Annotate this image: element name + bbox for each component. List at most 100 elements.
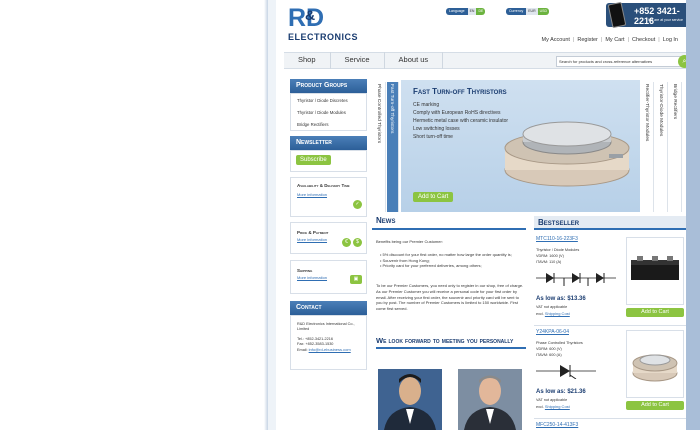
contact-email-link[interactable]: info@rd-ebusiness.com: [309, 347, 351, 352]
thyristor-symbol-icon: [536, 365, 596, 379]
phone-box: +852 3421-2216 We are at your service: [606, 1, 698, 29]
product-shipping: excl. Shipping Cost: [536, 404, 570, 409]
separator: |: [572, 37, 575, 43]
tab-label: Fast Turn-off Thyristors: [389, 84, 394, 134]
shipping-cost-link[interactable]: Shipping Cost: [545, 404, 570, 409]
phone-icon: [607, 1, 627, 29]
product-vat: VAT not applicable: [536, 305, 568, 309]
phone-subtitle: We are at your service: [648, 18, 683, 22]
separator: |: [658, 37, 660, 43]
currency-switch[interactable]: Currency EUR USD: [506, 6, 549, 16]
tab-label: Thyristor-Diode Modules: [658, 84, 663, 137]
product-name-link[interactable]: MTC110-16-223F3: [536, 236, 578, 242]
currency-usd[interactable]: USD: [537, 7, 549, 15]
availability-link[interactable]: More information: [297, 192, 360, 197]
box-icon: ▣: [350, 275, 362, 284]
clock-check-icon: ✓: [353, 200, 362, 209]
shipping-box: Shipping More information ▣: [290, 260, 367, 294]
nav-shop[interactable]: Shop: [284, 52, 331, 69]
product-shipping: excl. Shipping Cost: [536, 311, 570, 316]
product-voltage: VDRM: 1600 (V): [536, 254, 564, 258]
product-image[interactable]: [626, 237, 684, 305]
tab-fast-turn-off[interactable]: Fast Turn-off Thyristors: [387, 82, 399, 212]
sidebar-item-bridge[interactable]: Bridge Rectifiers: [291, 119, 366, 131]
availability-title: Availability & Delivery Time: [297, 183, 350, 188]
person-image: [378, 369, 442, 430]
nav-about-us[interactable]: About us: [385, 52, 444, 69]
news-header: News: [372, 216, 526, 230]
news-paragraph: To be our Premier Customers, you need on…: [376, 283, 524, 312]
page: RD & ELECTRONICS Language EN DE Currency…: [276, 0, 698, 430]
language-label: Language: [446, 7, 468, 15]
disc-image: [632, 354, 678, 382]
currency-eur[interactable]: EUR: [526, 7, 538, 15]
nav-service[interactable]: Service: [331, 52, 385, 69]
separator: |: [627, 37, 630, 43]
shipping-title: Shipping: [297, 268, 313, 273]
product-category: Thyristor / Diode Modules: [536, 248, 580, 252]
newsletter-box: Subscribe: [290, 150, 367, 172]
news-subtitle: We look forward to meeting you personall…: [376, 336, 526, 349]
availability-box: Availability & Delivery Time More inform…: [290, 177, 367, 217]
shipping-cost-link[interactable]: Shipping Cost: [545, 311, 570, 316]
tab-label: Bridge Rectifiers: [672, 84, 677, 120]
module-image: [631, 256, 679, 280]
product-name-link[interactable]: MFC250-14-413F3: [536, 422, 578, 428]
product-card: MFC250-14-413F3: [534, 420, 686, 430]
tab-rectifier-thyristor[interactable]: Rectifier-Thyristor Modules: [642, 82, 654, 212]
dollar-icon: $: [353, 238, 362, 247]
news-intro: Benefits being our Premier Customer:: [376, 239, 443, 244]
sidebar-item-modules[interactable]: Thyristor / Diode Modules: [291, 107, 366, 119]
news-benefits-list: 5% discount for your first order, no mat…: [380, 252, 525, 269]
site-wrapper: RD & ELECTRONICS Language EN DE Currency…: [268, 0, 700, 430]
product-card: MTC110-16-223F3 Thyristor / Diode Module…: [534, 234, 686, 326]
language-switch[interactable]: Language EN DE: [446, 6, 486, 16]
logo-amp: &: [305, 7, 316, 23]
banner-title: Fast Turn-off Thyristors: [413, 87, 507, 96]
logo-electronics: ELECTRONICS: [288, 32, 359, 42]
link-checkout[interactable]: Checkout: [632, 37, 655, 43]
contact-email-label: Email:: [297, 348, 308, 353]
staff-photo: [458, 369, 522, 430]
subscribe-button[interactable]: Subscribe: [296, 155, 331, 165]
product-name-link[interactable]: Y24KPA-06-04: [536, 329, 569, 335]
contact-email-line: Email: info@rd-ebusiness.com: [297, 347, 360, 353]
add-to-cart-button[interactable]: Add to Cart: [626, 401, 684, 410]
link-my-cart[interactable]: My Cart: [605, 37, 624, 43]
contact-box: R&D Electronics International Co., Limit…: [290, 315, 367, 370]
product-groups-list: Thyristor / Diode Discretes Thyristor / …: [290, 93, 367, 131]
product-vat: VAT not applicable: [536, 398, 568, 402]
link-log-in[interactable]: Log In: [663, 37, 678, 43]
tab-bridge-rectifiers[interactable]: Bridge Rectifiers: [670, 82, 682, 212]
product-card: Y24KPA-06-04 Phase Controlled Thyristors…: [534, 327, 686, 419]
language-de[interactable]: DE: [476, 7, 486, 15]
product-current: ITAVM: 110 (A): [536, 260, 562, 264]
link-my-account[interactable]: My Account: [542, 37, 570, 43]
language-en[interactable]: EN: [467, 7, 477, 15]
logo[interactable]: RD & ELECTRONICS: [288, 5, 360, 45]
tab-thyristor-diode[interactable]: Thyristor-Diode Modules: [656, 82, 668, 212]
link-register[interactable]: Register: [577, 37, 597, 43]
main-nav: Shop Service About us Search for product…: [284, 52, 691, 69]
banner-feature: Short turn-off time: [413, 134, 453, 140]
product-category: Phase Controlled Thyristors: [536, 341, 583, 345]
payment-title: Price & Payment: [297, 230, 329, 235]
currency-label: Currency: [506, 7, 527, 15]
product-current: ITAVM: 600 (A): [536, 353, 562, 357]
newsletter-header: Newsletter: [290, 136, 367, 150]
tab-phase-controlled[interactable]: Phase Controlled Thyristors: [374, 82, 386, 212]
list-item: 5% discount for your first order, no mat…: [380, 252, 525, 258]
product-price: As low as: $21.36: [536, 389, 586, 395]
search-input[interactable]: Search for products and cross-reference …: [556, 56, 682, 67]
staff-photo: [378, 369, 442, 430]
contact-company: R&D Electronics International Co., Limit…: [297, 322, 355, 332]
banner-add-to-cart-button[interactable]: Add to Cart: [413, 192, 454, 202]
contact-header: Contact: [290, 301, 367, 315]
product-image[interactable]: [626, 330, 684, 398]
sidebar-item-discretes[interactable]: Thyristor / Diode Discretes: [291, 95, 366, 107]
product-excl: excl.: [536, 312, 544, 316]
add-to-cart-button[interactable]: Add to Cart: [626, 308, 684, 317]
account-links: My Account | Register | My Cart | Checkout |…: [542, 37, 678, 43]
tab-label: Phase Controlled Thyristors: [376, 84, 381, 144]
list-item: Priority card for your preferred deliver…: [380, 263, 525, 269]
